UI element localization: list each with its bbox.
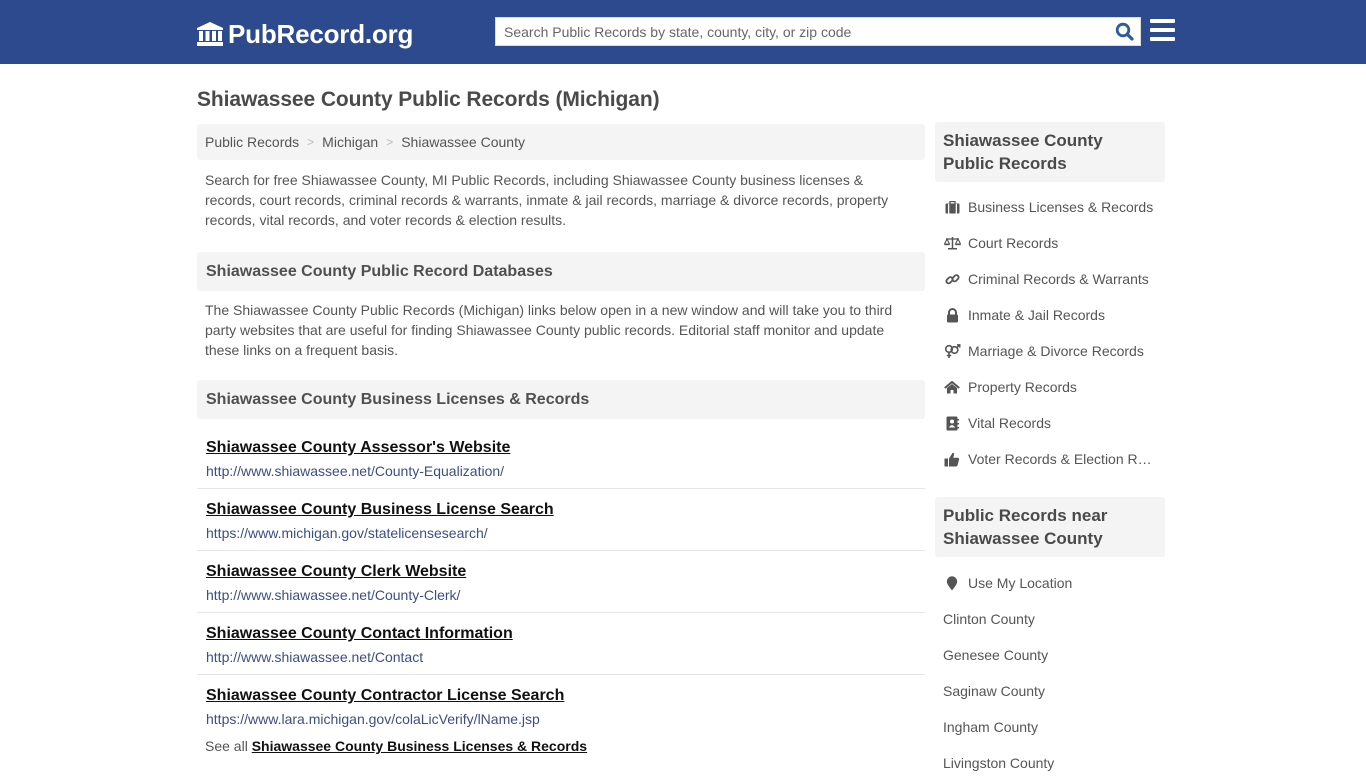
- sidebar-records-heading: Shiawassee County Public Records: [935, 122, 1165, 182]
- intro-text: Search for free Shiawassee County, MI Pu…: [205, 172, 889, 228]
- breadcrumb-michigan[interactable]: Michigan: [322, 134, 378, 150]
- address-book-icon: [943, 415, 961, 431]
- business-section-heading: Shiawassee County Business Licenses & Re…: [197, 380, 925, 419]
- search-button[interactable]: [1108, 18, 1140, 45]
- breadcrumb-shiawassee-county[interactable]: Shiawassee County: [401, 134, 525, 150]
- lock-icon: [943, 307, 961, 323]
- logo-text: PubRecord.org: [228, 18, 414, 49]
- business-links-list: Shiawassee County Assessor's Website htt…: [197, 427, 925, 736]
- record-link-title[interactable]: Shiawassee County Clerk Website: [206, 562, 916, 582]
- sidebar-item-label: Property Records: [968, 379, 1077, 395]
- link-icon: [943, 271, 961, 287]
- see-all-line: See all Shiawassee County Business Licen…: [197, 738, 925, 754]
- use-my-location-button[interactable]: Use My Location: [935, 565, 1165, 601]
- breadcrumb-separator: >: [386, 135, 394, 149]
- sidebar-item-label: Marriage & Divorce Records: [968, 343, 1144, 359]
- nearby-county-link[interactable]: Genesee County: [935, 637, 1165, 673]
- list-item: Shiawassee County Contractor License Sea…: [197, 675, 925, 736]
- list-item: Shiawassee County Clerk Website http://w…: [197, 551, 925, 613]
- sidebar-item-criminal[interactable]: Criminal Records & Warrants: [935, 261, 1165, 297]
- sidebar-item-label: Voter Records & Election Results: [968, 451, 1154, 467]
- sidebar-item-inmate[interactable]: Inmate & Jail Records: [935, 297, 1165, 333]
- record-link-url[interactable]: http://www.shiawassee.net/County-Clerk/: [206, 587, 916, 603]
- record-link-title[interactable]: Shiawassee County Contractor License Sea…: [206, 686, 916, 706]
- nearby-county-link[interactable]: Livingston County: [935, 745, 1165, 781]
- sidebar-nearby-heading: Public Records near Shiawassee County: [935, 497, 1165, 557]
- list-item: Shiawassee County Contact Information ht…: [197, 613, 925, 675]
- menu-bar-icon: [1150, 37, 1175, 41]
- search-input[interactable]: [496, 18, 1108, 45]
- sidebar-item-vital[interactable]: Vital Records: [935, 405, 1165, 441]
- record-link-title[interactable]: Shiawassee County Assessor's Website: [206, 438, 916, 458]
- breadcrumb: Public Records > Michigan > Shiawassee C…: [197, 124, 925, 160]
- courthouse-icon: [197, 22, 223, 46]
- thumbs-up-icon: [943, 451, 961, 467]
- page-title: Shiawassee County Public Records (Michig…: [197, 88, 660, 111]
- sidebar: Shiawassee County Public Records Busines…: [935, 122, 1165, 781]
- map-marker-icon: [943, 575, 961, 591]
- search-bar: [495, 17, 1141, 46]
- top-navbar: PubRecord.org: [0, 0, 1366, 64]
- record-link-url[interactable]: http://www.shiawassee.net/Contact: [206, 649, 916, 665]
- venus-mars-icon: [943, 343, 961, 359]
- nearby-county-link[interactable]: Ingham County: [935, 709, 1165, 745]
- sidebar-item-label: Vital Records: [968, 415, 1052, 431]
- home-icon: [943, 379, 961, 395]
- menu-bar-icon: [1150, 28, 1175, 32]
- search-icon: [1115, 22, 1134, 41]
- sidebar-item-label: Inmate & Jail Records: [968, 307, 1105, 323]
- record-link-url[interactable]: https://www.michigan.gov/statelicensesea…: [206, 525, 916, 541]
- sidebar-item-property[interactable]: Property Records: [935, 369, 1165, 405]
- record-link-title[interactable]: Shiawassee County Contact Information: [206, 624, 916, 644]
- sidebar-records-list: Business Licenses & Records Court Record…: [935, 189, 1165, 477]
- sidebar-item-court[interactable]: Court Records: [935, 225, 1165, 261]
- sidebar-item-business[interactable]: Business Licenses & Records: [935, 189, 1165, 225]
- breadcrumb-public-records[interactable]: Public Records: [205, 134, 299, 150]
- nearby-county-link[interactable]: Clinton County: [935, 601, 1165, 637]
- record-link-url[interactable]: http://www.shiawassee.net/County-Equaliz…: [206, 463, 916, 479]
- list-item: Shiawassee County Business License Searc…: [197, 489, 925, 551]
- balance-scale-icon: [943, 235, 961, 251]
- sidebar-item-voter[interactable]: Voter Records & Election Results: [935, 441, 1165, 477]
- menu-bar-icon: [1150, 19, 1175, 23]
- breadcrumb-separator: >: [307, 135, 315, 149]
- use-my-location-label: Use My Location: [968, 575, 1073, 591]
- hamburger-menu-button[interactable]: [1150, 19, 1176, 43]
- see-all-link[interactable]: Shiawassee County Business Licenses & Re…: [252, 738, 587, 754]
- briefcase-icon: [943, 199, 961, 215]
- sidebar-nearby-list: Use My Location Clinton County Genesee C…: [935, 565, 1165, 781]
- databases-description: The Shiawassee County Public Records (Mi…: [205, 302, 893, 358]
- sidebar-item-label: Criminal Records & Warrants: [968, 271, 1149, 287]
- sidebar-item-marriage[interactable]: Marriage & Divorce Records: [935, 333, 1165, 369]
- record-link-url[interactable]: https://www.lara.michigan.gov/colaLicVer…: [206, 711, 916, 727]
- record-link-title[interactable]: Shiawassee County Business License Searc…: [206, 500, 916, 520]
- sidebar-item-label: Court Records: [968, 235, 1059, 251]
- nearby-county-link[interactable]: Saginaw County: [935, 673, 1165, 709]
- see-all-prefix: See all: [205, 738, 248, 754]
- site-logo[interactable]: PubRecord.org: [196, 18, 413, 50]
- list-item: Shiawassee County Assessor's Website htt…: [197, 427, 925, 489]
- databases-heading: Shiawassee County Public Record Database…: [197, 252, 925, 291]
- sidebar-item-label: Business Licenses & Records: [968, 199, 1154, 215]
- main-content: Public Records > Michigan > Shiawassee C…: [197, 124, 925, 754]
